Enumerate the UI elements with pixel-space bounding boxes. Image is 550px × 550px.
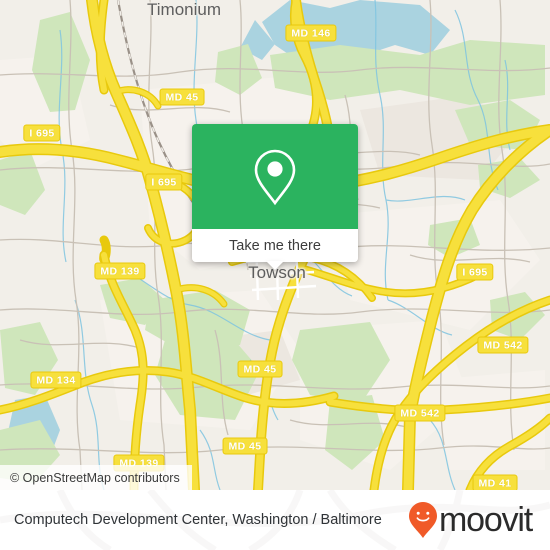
- road-shield-md-139[interactable]: MD 139: [94, 262, 146, 280]
- road-shield-md-134[interactable]: MD 134: [30, 371, 82, 389]
- attribution-text: © OpenStreetMap contributors: [10, 470, 180, 485]
- road-shield-i-695[interactable]: I 695: [145, 173, 183, 191]
- map-attribution[interactable]: © OpenStreetMap contributors: [0, 465, 192, 490]
- moovit-logo[interactable]: moovit: [408, 501, 536, 539]
- map-pin-icon: [254, 149, 296, 205]
- road-shield-md-45[interactable]: MD 45: [222, 437, 268, 455]
- page-title: Computech Development Center, Washington…: [14, 512, 382, 528]
- road-shield-md-41[interactable]: MD 41: [472, 474, 518, 490]
- road-shield-md-542[interactable]: MD 542: [394, 404, 446, 422]
- take-me-there-button[interactable]: Take me there: [192, 229, 358, 270]
- location-popup-card[interactable]: Take me there: [192, 124, 358, 270]
- road-shield-md-146[interactable]: MD 146: [285, 24, 337, 42]
- map-page: Timonium Towson MD 146 MD 45 I 695 I 695…: [0, 0, 550, 550]
- map-canvas[interactable]: Timonium Towson MD 146 MD 45 I 695 I 695…: [0, 0, 550, 490]
- road-shield-i-695[interactable]: I 695: [23, 124, 61, 142]
- popup-pointer: [266, 261, 284, 270]
- popup-header: [192, 124, 358, 229]
- take-me-there-label: Take me there: [229, 237, 321, 254]
- footer-bar: Computech Development Center, Washington…: [0, 490, 550, 550]
- moovit-smiley-pin-icon: [409, 502, 438, 538]
- moovit-wordmark: moovit: [439, 501, 533, 539]
- road-shield-md-542[interactable]: MD 542: [477, 336, 529, 354]
- road-shield-md-45[interactable]: MD 45: [159, 88, 205, 106]
- road-shield-i-695[interactable]: I 695: [456, 263, 494, 281]
- place-label-timonium: Timonium: [147, 0, 221, 19]
- road-shield-md-45[interactable]: MD 45: [237, 360, 283, 378]
